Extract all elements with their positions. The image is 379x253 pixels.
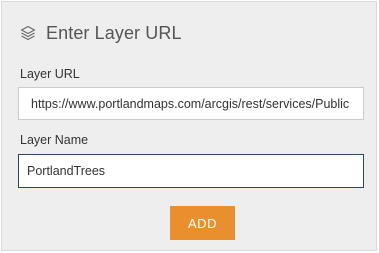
layers-icon <box>19 24 37 42</box>
panel-header: Enter Layer URL <box>19 21 182 45</box>
panel-title: Enter Layer URL <box>46 22 182 43</box>
enter-layer-url-panel: Enter Layer URL Layer URL Layer Name ADD <box>1 1 377 251</box>
layer-url-input[interactable] <box>18 87 364 120</box>
layer-name-label: Layer Name <box>20 133 89 147</box>
layer-name-input[interactable] <box>18 154 364 188</box>
add-button[interactable]: ADD <box>170 206 235 240</box>
layer-url-label: Layer URL <box>20 67 80 81</box>
